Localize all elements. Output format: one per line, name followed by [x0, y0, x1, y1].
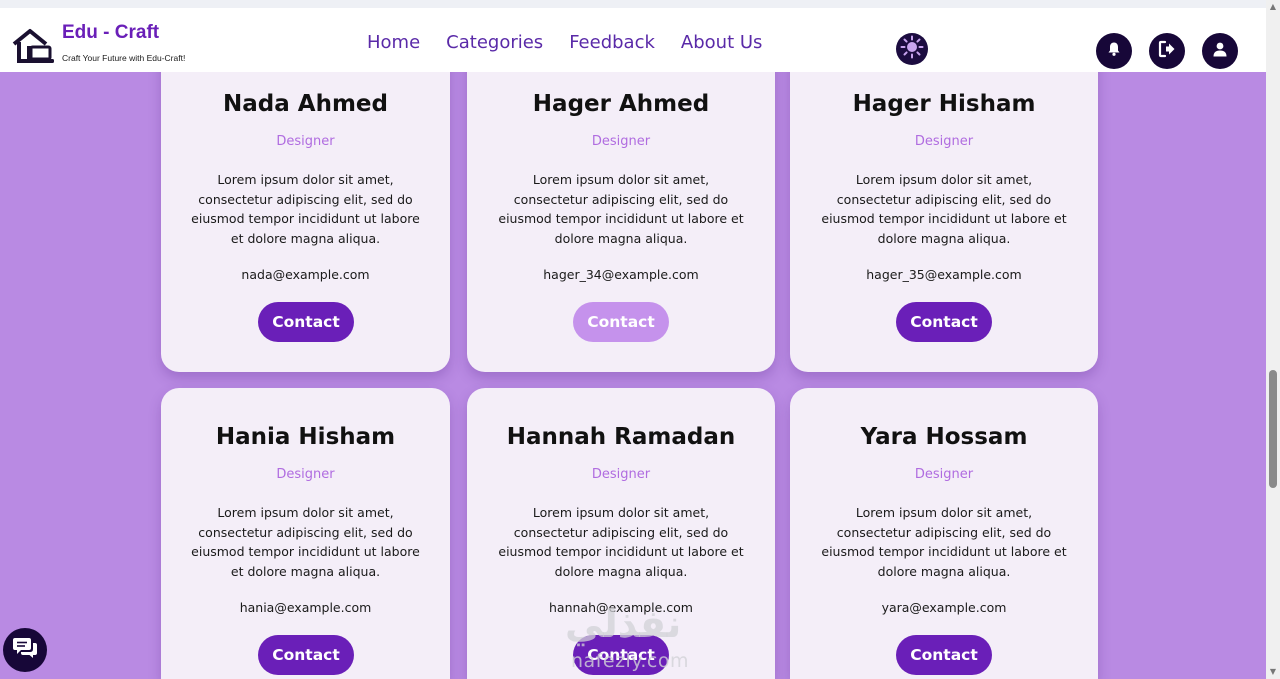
member-name: Yara Hossam — [860, 424, 1028, 450]
contact-button[interactable]: Contact — [896, 635, 992, 675]
page-scrollbar[interactable]: ▲ ▼ — [1266, 0, 1280, 679]
main-nav: Home Categories Feedback About Us — [367, 32, 762, 53]
contact-button[interactable]: Contact — [573, 635, 669, 675]
member-role: Designer — [591, 134, 651, 149]
brand-logo[interactable]: Edu - Craft Craft Your Future with Edu-C… — [12, 22, 212, 70]
member-name: Hager Ahmed — [532, 91, 710, 117]
house-laptop-icon — [12, 28, 56, 64]
member-bio: Lorem ipsum dolor sit amet, consectetur … — [191, 172, 420, 246]
member-email: nada@example.com — [241, 267, 370, 282]
contact-button[interactable]: Contact — [896, 302, 992, 342]
team-card: Hager Ahmed Designer Lorem ipsum dolor s… — [467, 40, 775, 372]
nav-feedback[interactable]: Feedback — [569, 32, 655, 53]
notifications-button[interactable] — [1096, 33, 1132, 69]
scrollbar-thumb[interactable] — [1269, 370, 1277, 488]
member-email: hannah@example.com — [549, 600, 693, 615]
member-bio: Lorem ipsum dolor sit amet, consectetur … — [498, 172, 744, 246]
member-email: yara@example.com — [881, 600, 1007, 615]
top-navbar: Edu - Craft Craft Your Future with Edu-C… — [0, 0, 1266, 72]
member-role: Designer — [914, 467, 974, 482]
member-name: Nada Ahmed — [223, 91, 388, 117]
member-email: hania@example.com — [239, 600, 372, 615]
member-role: Designer — [591, 467, 651, 482]
member-role: Designer — [914, 134, 974, 149]
brand-title: Edu - Craft — [62, 22, 160, 43]
brand-subtitle: Craft Your Future with Edu-Craft! — [62, 53, 186, 63]
member-name: Hania Hisham — [215, 424, 396, 450]
team-card: Nada Ahmed Designer Lorem ipsum dolor si… — [161, 40, 450, 372]
bell-icon — [1106, 41, 1122, 61]
team-card: Yara Hossam Designer Lorem ipsum dolor s… — [790, 388, 1098, 679]
nav-categories[interactable]: Categories — [446, 32, 543, 53]
sun-icon — [900, 35, 924, 63]
contact-button[interactable]: Contact — [573, 302, 669, 342]
chat-icon — [12, 636, 38, 664]
member-name: Hannah Ramadan — [506, 424, 736, 450]
profile-button[interactable] — [1202, 33, 1238, 69]
member-role: Designer — [276, 467, 335, 482]
member-bio: Lorem ipsum dolor sit amet, consectetur … — [821, 505, 1067, 579]
member-bio: Lorem ipsum dolor sit amet, consectetur … — [821, 172, 1067, 246]
scroll-up-arrow-icon[interactable]: ▲ — [1268, 2, 1278, 12]
member-email: hager_35@example.com — [866, 267, 1022, 282]
logout-button[interactable] — [1149, 33, 1185, 69]
member-name: Hager Hisham — [852, 91, 1036, 117]
member-bio: Lorem ipsum dolor sit amet, consectetur … — [498, 505, 744, 579]
member-bio: Lorem ipsum dolor sit amet, consectetur … — [191, 505, 420, 579]
user-icon — [1212, 41, 1228, 61]
team-card: Hager Hisham Designer Lorem ipsum dolor … — [790, 40, 1098, 372]
contact-button[interactable]: Contact — [258, 302, 354, 342]
member-email: hager_34@example.com — [543, 267, 699, 282]
member-role: Designer — [276, 134, 335, 149]
team-card: Hannah Ramadan Designer Lorem ipsum dolo… — [467, 388, 775, 679]
team-card: Hania Hisham Designer Lorem ipsum dolor … — [161, 388, 450, 679]
theme-toggle-button[interactable] — [896, 33, 928, 65]
nav-home[interactable]: Home — [367, 32, 420, 53]
logout-icon — [1158, 40, 1176, 62]
scroll-down-arrow-icon[interactable]: ▼ — [1268, 667, 1278, 677]
contact-button[interactable]: Contact — [258, 635, 354, 675]
nav-about-us[interactable]: About Us — [681, 32, 763, 53]
chat-button[interactable] — [3, 628, 47, 672]
